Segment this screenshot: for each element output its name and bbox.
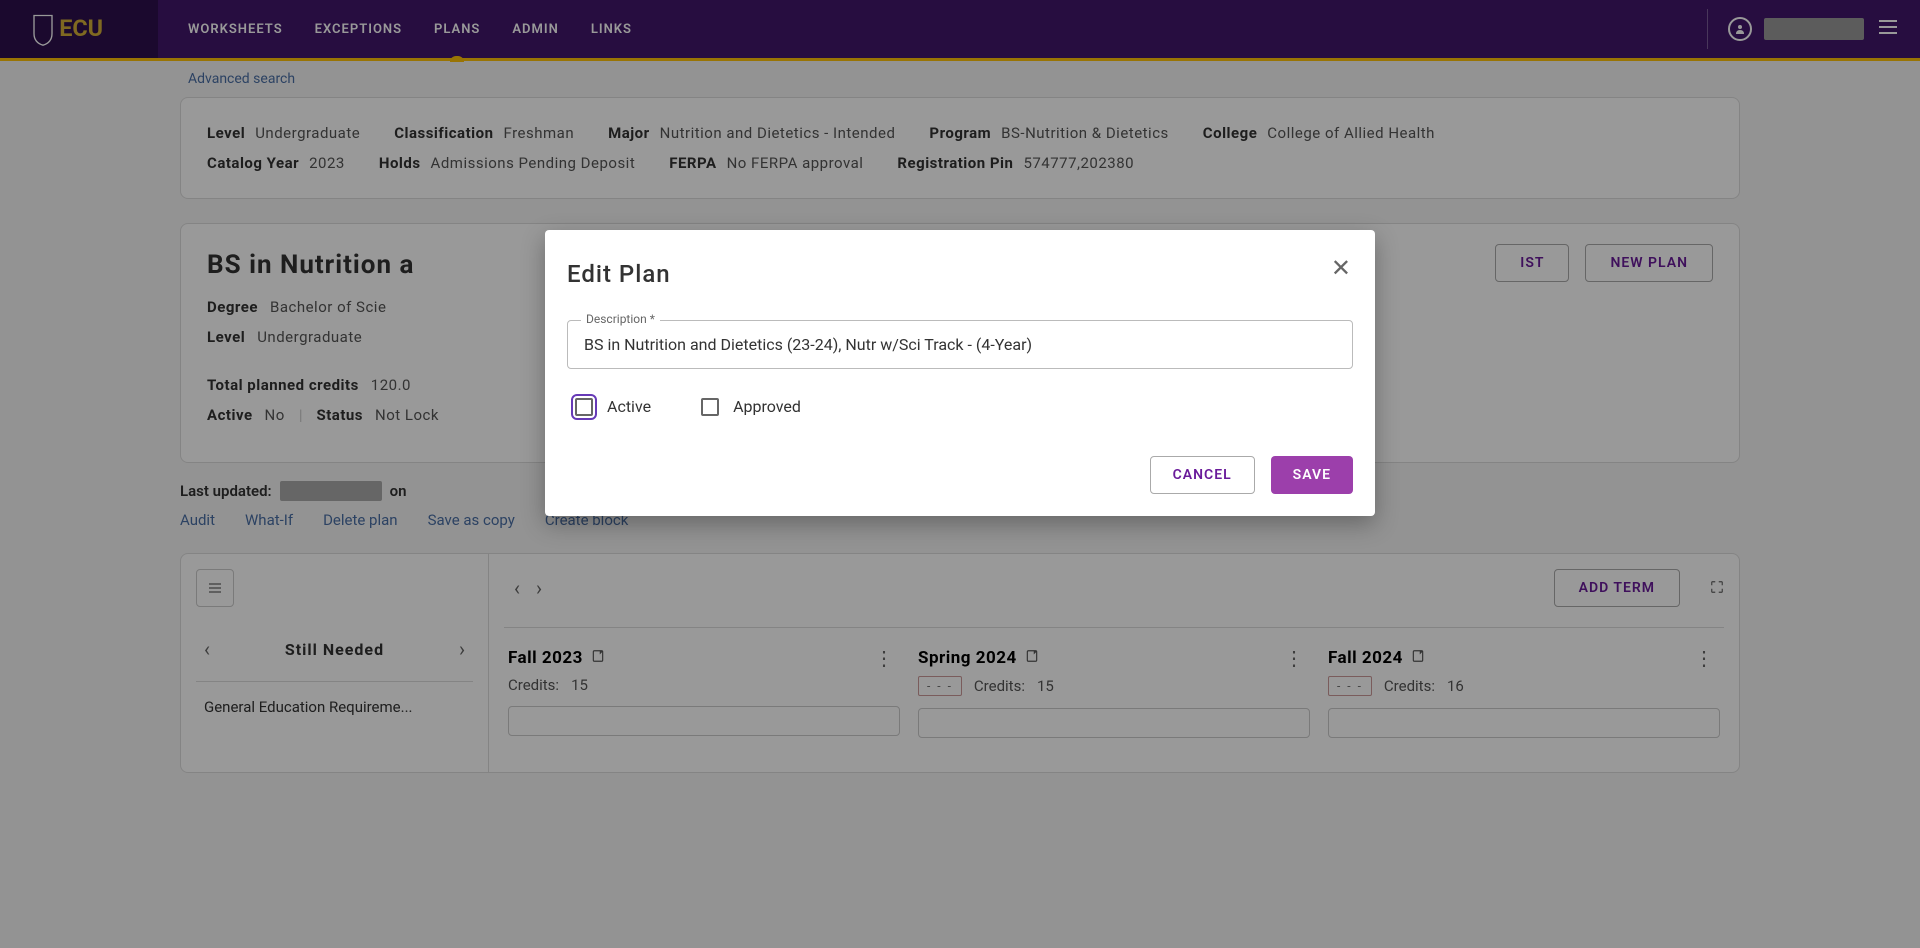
description-label: Description * bbox=[581, 312, 660, 326]
save-button[interactable]: SAVE bbox=[1271, 456, 1353, 494]
active-checkbox[interactable] bbox=[575, 398, 593, 416]
edit-plan-modal: Edit Plan ✕ Description * Active Approve… bbox=[545, 230, 1375, 516]
close-icon[interactable]: ✕ bbox=[1331, 254, 1351, 282]
description-input[interactable] bbox=[567, 320, 1353, 369]
approved-checkbox[interactable] bbox=[701, 398, 719, 416]
modal-title: Edit Plan bbox=[567, 260, 1353, 288]
approved-checkbox-label: Approved bbox=[733, 397, 801, 416]
active-checkbox-label: Active bbox=[607, 397, 651, 416]
cancel-button[interactable]: CANCEL bbox=[1150, 456, 1255, 494]
